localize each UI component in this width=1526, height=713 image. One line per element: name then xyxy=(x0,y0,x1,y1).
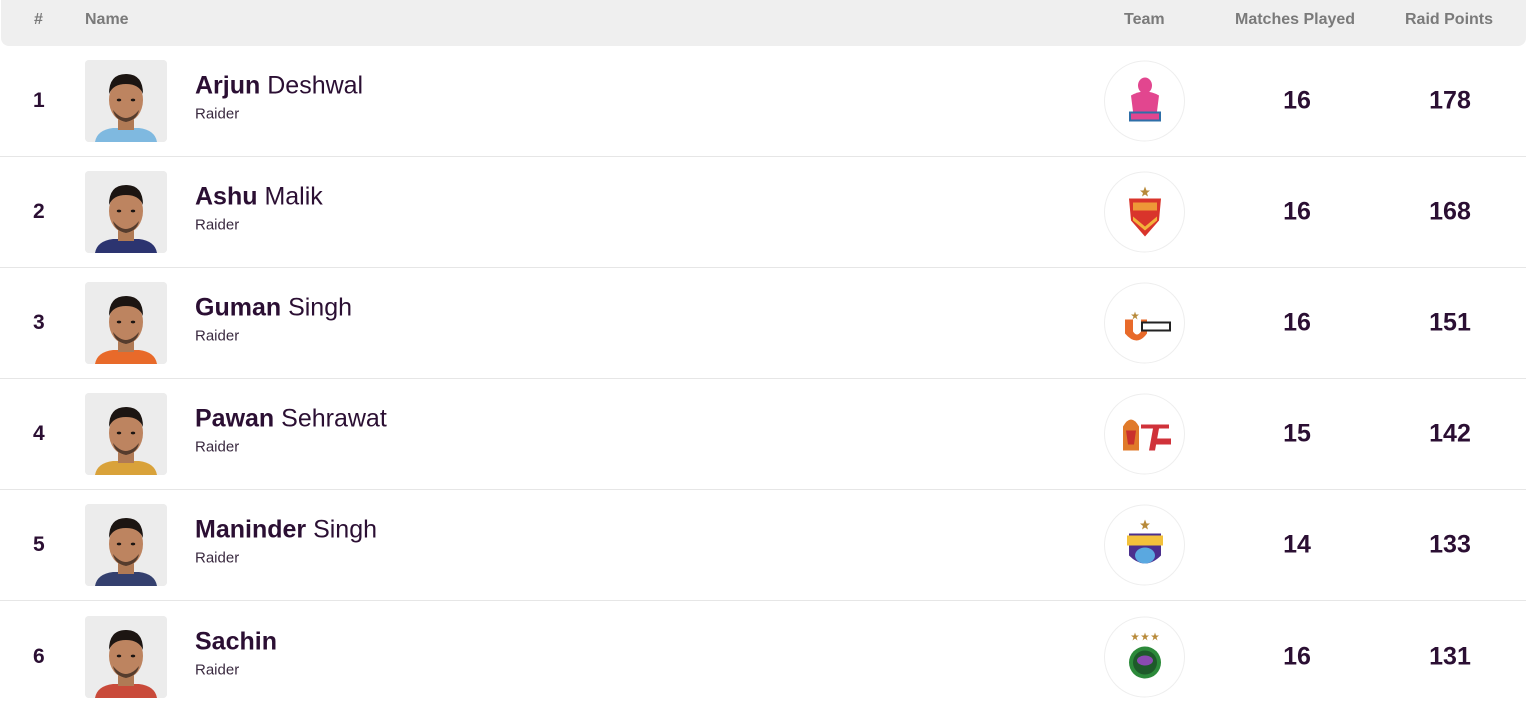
matches-played: 15 xyxy=(1283,419,1311,448)
player-role: Raider xyxy=(195,438,240,456)
header-matches-played[interactable]: Matches Played xyxy=(1235,11,1355,29)
player-first-name: Ashu xyxy=(195,182,258,211)
raid-points: 151 xyxy=(1429,308,1471,337)
player-role: Raider xyxy=(195,660,240,678)
table-row[interactable]: 6 Sachin Raider 16 131 xyxy=(0,601,1526,712)
rank: 1 xyxy=(33,89,45,112)
rank: 5 xyxy=(33,533,45,556)
matches-played: 14 xyxy=(1283,530,1311,559)
table-row[interactable]: 5 Maninder Singh Raider 14 133 xyxy=(0,490,1526,601)
player-role: Raider xyxy=(195,105,240,123)
rank: 6 xyxy=(33,644,45,668)
raid-points-leaderboard: # Name Team Matches Played Raid Points 1… xyxy=(0,0,1526,712)
telugu-titans-team-icon[interactable] xyxy=(1104,393,1185,475)
player-last-name: Malik xyxy=(264,182,323,211)
header-raid-points[interactable]: Raid Points xyxy=(1405,11,1493,29)
patna-pirates-team-icon[interactable] xyxy=(1104,616,1185,697)
raid-points: 133 xyxy=(1429,530,1471,559)
table-header: # Name Team Matches Played Raid Points xyxy=(1,0,1526,46)
matches-played: 16 xyxy=(1283,308,1311,337)
player-first-name: Arjun xyxy=(195,71,261,100)
player-last-name: Sehrawat xyxy=(281,404,387,433)
player-role: Raider xyxy=(195,327,240,345)
bengal-warriors-team-icon[interactable] xyxy=(1104,504,1185,586)
player-name[interactable]: Maninder Singh xyxy=(195,515,377,544)
player-avatar[interactable] xyxy=(85,171,167,253)
player-role: Raider xyxy=(195,216,240,234)
table-row[interactable]: 4 Pawan Sehrawat Raider 15 142 xyxy=(0,379,1526,490)
header-name[interactable]: Name xyxy=(85,11,129,29)
matches-played: 16 xyxy=(1283,86,1311,115)
table-row[interactable]: 3 Guman Singh Raider 16 151 xyxy=(0,268,1526,379)
rank: 3 xyxy=(33,311,45,334)
player-name[interactable]: Guman Singh xyxy=(195,293,352,322)
player-info: Pawan Sehrawat Raider xyxy=(195,404,387,455)
table-body: 1 Arjun Deshwal Raider 16 178 2 Ashu Malik Raid… xyxy=(0,46,1526,712)
player-avatar[interactable] xyxy=(85,60,167,142)
player-avatar[interactable] xyxy=(85,615,167,698)
player-last-name: Singh xyxy=(288,293,353,322)
table-row[interactable]: 2 Ashu Malik Raider 16 168 xyxy=(0,157,1526,268)
player-info: Arjun Deshwal Raider xyxy=(195,71,363,122)
player-info: Ashu Malik Raider xyxy=(195,182,323,233)
player-role: Raider xyxy=(195,549,240,567)
rank: 4 xyxy=(33,422,45,445)
player-first-name: Pawan xyxy=(195,404,275,433)
player-info: Sachin Raider xyxy=(195,627,277,678)
matches-played: 16 xyxy=(1283,197,1311,226)
player-last-name: Singh xyxy=(313,515,378,544)
table-row[interactable]: 1 Arjun Deshwal Raider 16 178 xyxy=(0,46,1526,157)
pink-panthers-team-icon[interactable] xyxy=(1104,60,1185,142)
player-name[interactable]: Ashu Malik xyxy=(195,182,323,211)
matches-played: 16 xyxy=(1283,642,1311,670)
raid-points: 142 xyxy=(1429,419,1471,448)
raid-points: 178 xyxy=(1429,86,1471,115)
player-avatar[interactable] xyxy=(85,282,167,364)
header-rank[interactable]: # xyxy=(34,11,43,29)
header-team[interactable]: Team xyxy=(1124,11,1165,29)
player-first-name: Guman xyxy=(195,293,282,322)
raid-points: 131 xyxy=(1429,642,1471,670)
player-avatar[interactable] xyxy=(85,393,167,475)
player-first-name: Maninder xyxy=(195,515,307,544)
player-name[interactable]: Sachin xyxy=(195,627,277,656)
raid-points: 168 xyxy=(1429,197,1471,226)
player-name[interactable]: Arjun Deshwal xyxy=(195,71,363,100)
player-name[interactable]: Pawan Sehrawat xyxy=(195,404,387,433)
rank: 2 xyxy=(33,200,45,223)
player-first-name: Sachin xyxy=(195,626,277,655)
dabang-delhi-team-icon[interactable] xyxy=(1104,171,1185,253)
player-avatar[interactable] xyxy=(85,504,167,586)
player-last-name: Deshwal xyxy=(267,71,364,100)
u-mumba-team-icon[interactable] xyxy=(1104,282,1185,364)
player-info: Maninder Singh Raider xyxy=(195,515,377,566)
player-info: Guman Singh Raider xyxy=(195,293,352,344)
